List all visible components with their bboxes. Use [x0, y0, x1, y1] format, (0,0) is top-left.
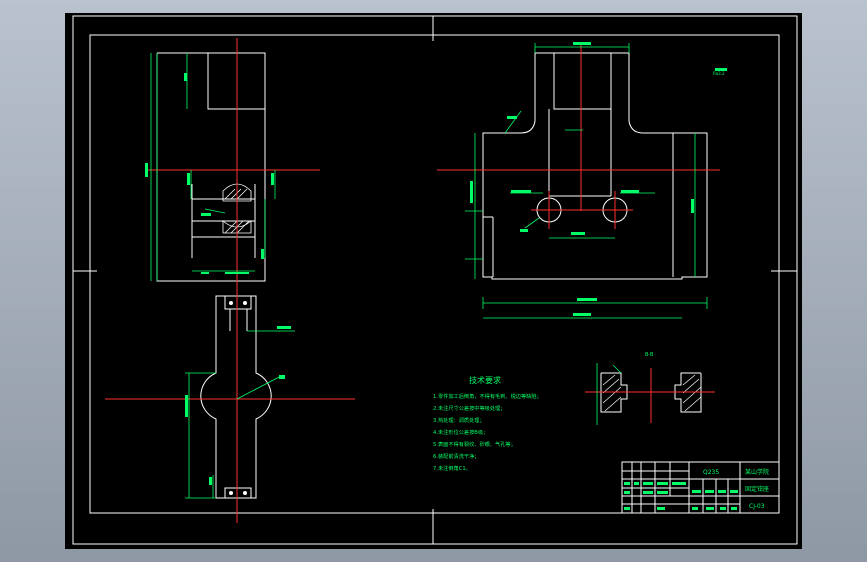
- section-label: B-B: [645, 352, 654, 358]
- tech-requirement-item: 6.装配前清洗干净；: [433, 452, 479, 460]
- centering-marks: [73, 16, 797, 544]
- tech-requirement-item: 7.未注倒角C1。: [433, 464, 471, 472]
- cad-drawing-canvas[interactable]: B-B Ra3.2 技术要求 1.零件加工后倒角，不得有毛刺、锐边等缺陷； 2.…: [65, 13, 802, 549]
- roughness-note: Ra3.2: [713, 71, 725, 76]
- side-view[interactable]: [437, 42, 727, 319]
- tech-requirements-title: 技术要求: [469, 375, 501, 385]
- title-block[interactable]: Q235 某山学院 固定钳座 CJ-03: [621, 461, 780, 514]
- side-view-dimensions: [465, 43, 708, 319]
- tech-requirements: 技术要求 1.零件加工后倒角，不得有毛刺、锐边等缺陷； 2.未注尺寸公差按中等级…: [433, 375, 542, 472]
- top-view[interactable]: [105, 291, 355, 523]
- tech-requirement-item: 2.未注尺寸公差按中等级处理；: [433, 404, 505, 412]
- top-view-dimensions: [185, 330, 295, 499]
- side-view-dim-text: [470, 42, 727, 316]
- tech-requirement-item: 4.未注形位公差按B级；: [433, 428, 488, 436]
- tech-requirement-item: 5.表面不得有裂纹、砂眼、气孔等；: [433, 440, 516, 448]
- section-detail[interactable]: [585, 363, 715, 425]
- top-view-dim-text: [185, 326, 291, 485]
- tech-requirement-item: 3.热处理：调质处理；: [433, 416, 485, 424]
- title-block-company: 某山学院: [745, 468, 769, 476]
- title-block-material: Q235: [703, 469, 719, 476]
- tech-requirement-item: 1.零件加工后倒角，不得有毛刺、锐边等缺陷；: [433, 392, 542, 400]
- front-view[interactable]: [145, 38, 320, 303]
- front-view-dimensions: [150, 53, 276, 281]
- title-block-drawing-name: 固定钳座: [745, 485, 769, 493]
- title-block-drawing-number: CJ-03: [749, 503, 765, 510]
- sheet-frame: [72, 15, 798, 545]
- cad-viewport[interactable]: B-B Ra3.2 技术要求 1.零件加工后倒角，不得有毛刺、锐边等缺陷； 2.…: [65, 13, 802, 549]
